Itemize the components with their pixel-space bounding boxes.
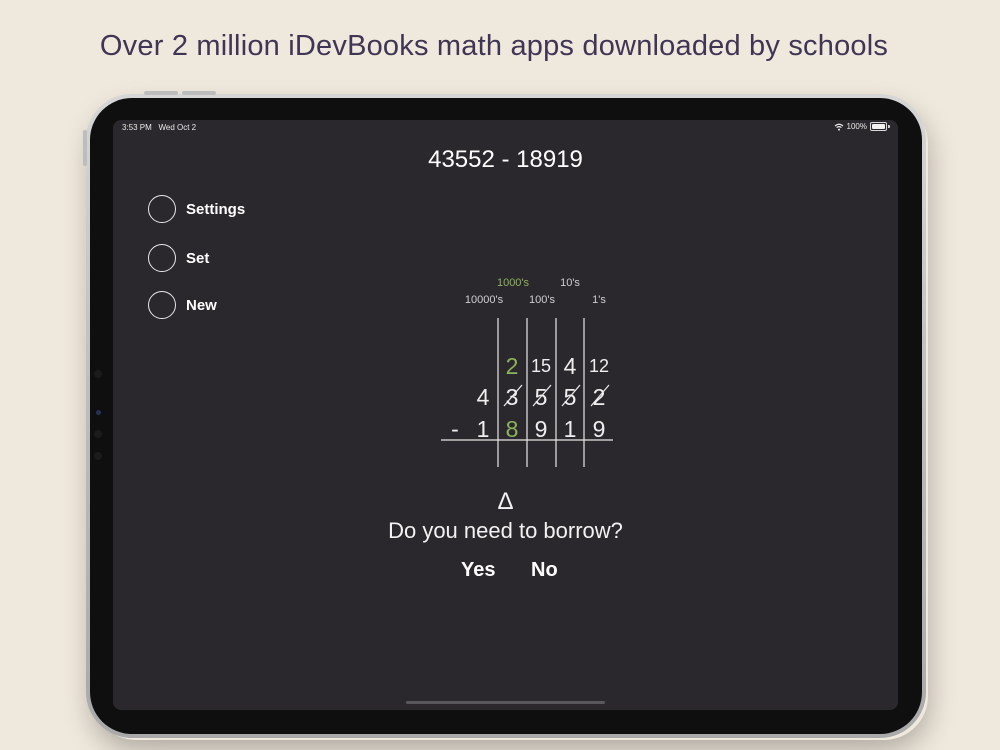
headline: Over 2 million iDevBooks math apps downl… bbox=[99, 30, 889, 62]
delta-icon: Δ bbox=[497, 488, 514, 515]
yes-button[interactable]: Yes bbox=[461, 559, 495, 582]
sensor-dot bbox=[94, 430, 102, 438]
subtraction-worksheet: 1000's 10's 10000's 100's 1's 2 15 4 12 … bbox=[441, 277, 613, 467]
borrow-digit: 4 bbox=[564, 353, 577, 379]
volume-down-button bbox=[182, 91, 216, 95]
side-button bbox=[83, 130, 87, 166]
subtrahend-digit: 8 bbox=[506, 416, 519, 442]
place-label-ones: 1's bbox=[592, 294, 606, 306]
sensor-dot bbox=[94, 370, 102, 378]
subtrahend-digit: 9 bbox=[535, 416, 548, 442]
place-label-ten-thousands: 10000's bbox=[465, 294, 504, 306]
place-label-thousands: 1000's bbox=[497, 277, 530, 289]
borrow-digit: 12 bbox=[589, 356, 609, 376]
minuend-digit: 4 bbox=[477, 384, 490, 410]
app-screen: 3:53 PM Wed Oct 2 100% 43552 - 18919 Set… bbox=[113, 120, 898, 710]
place-label-hundreds: 100's bbox=[529, 294, 555, 306]
camera-icon bbox=[96, 410, 101, 415]
subtrahend-digit: 1 bbox=[477, 416, 490, 442]
place-label-tens: 10's bbox=[560, 277, 580, 289]
borrow-prompt: Do you need to borrow? bbox=[388, 518, 623, 543]
no-button[interactable]: No bbox=[531, 559, 558, 582]
minus-sign: - bbox=[451, 416, 459, 442]
borrow-digit: 2 bbox=[506, 353, 519, 379]
subtrahend-digit: 1 bbox=[564, 416, 577, 442]
sensor-dot bbox=[94, 452, 102, 460]
volume-up-button bbox=[144, 91, 178, 95]
borrow-digit: 15 bbox=[531, 356, 551, 376]
subtrahend-digit: 9 bbox=[593, 416, 606, 442]
home-indicator[interactable] bbox=[406, 701, 605, 704]
